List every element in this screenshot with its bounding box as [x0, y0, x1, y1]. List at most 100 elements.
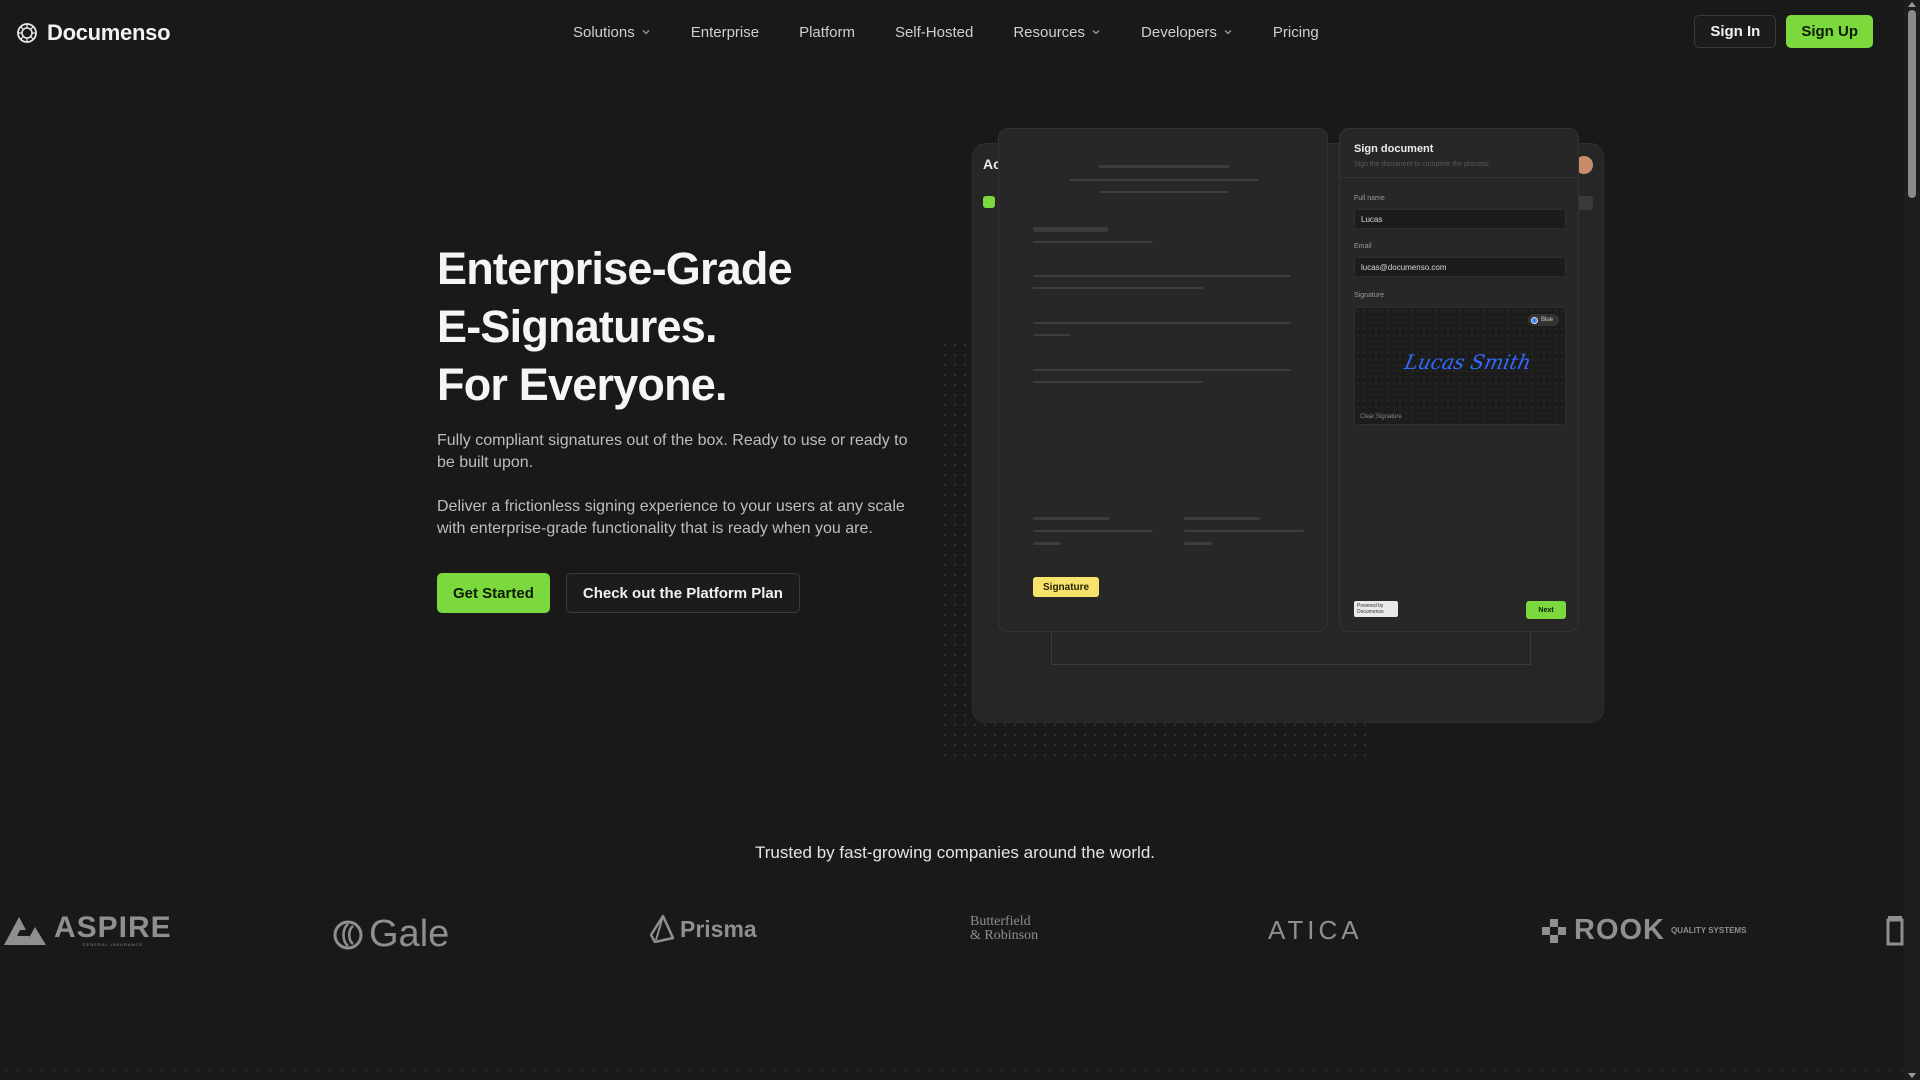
- sign-panel-title: Sign document: [1354, 143, 1434, 155]
- doc-line: [1033, 227, 1108, 232]
- color-option-label: Blue: [1540, 317, 1553, 323]
- clear-signature-button[interactable]: Clear Signature: [1360, 414, 1402, 420]
- color-swatch-icon: [1530, 316, 1538, 324]
- doc-line: [1033, 517, 1109, 520]
- nav-item-platform[interactable]: Platform: [799, 24, 855, 41]
- nav-menu: Solutions Enterprise Platform Self-Hoste…: [573, 0, 1359, 64]
- connector-lines: [1051, 630, 1531, 694]
- brand-name: Documenso: [47, 20, 171, 45]
- divider: [1340, 177, 1578, 178]
- logo-aspire: ASPIRE GENERAL INSURANCE: [2, 913, 172, 947]
- signature-drawing: Lucas Smith: [1402, 350, 1534, 374]
- partial-logo-icon: [1886, 916, 1904, 946]
- logo-butterfield: Butterfield & Robinson: [970, 915, 1038, 943]
- hero-title-line-1: Enterprise-Grade: [437, 243, 793, 294]
- doc-line: [1033, 542, 1061, 545]
- nav-item-label: Pricing: [1272, 23, 1319, 41]
- doc-line: [1033, 322, 1291, 324]
- gale-mark-icon: [333, 920, 363, 949]
- doc-line: [1033, 287, 1203, 289]
- doc-line: [1033, 334, 1071, 336]
- nav-item-label: Developers: [1141, 23, 1217, 41]
- brand-subtitle: GENERAL INSURANCE: [82, 942, 144, 947]
- hero-actions: Get Started Check out the Platform Plan: [437, 573, 927, 613]
- hero-section: Enterprise-Grade E-Signatures. For Every…: [437, 240, 927, 613]
- brand-name: Gale: [369, 913, 450, 955]
- doc-line: [1184, 517, 1260, 520]
- hero-title-line-2: E-Signatures.: [437, 301, 717, 352]
- chevron-down-icon: [1224, 30, 1232, 35]
- nav-item-solutions[interactable]: Solutions: [573, 24, 651, 41]
- get-started-button[interactable]: Get Started: [437, 573, 550, 613]
- brand-subtitle: & Robinson: [970, 928, 1039, 943]
- next-button[interactable]: Next: [1526, 601, 1566, 619]
- nav-item-label: Self-Hosted: [894, 23, 974, 41]
- chevron-down-icon: [1092, 30, 1100, 35]
- nav-item-label: Enterprise: [690, 23, 760, 41]
- scrollbar-thumb[interactable]: [1908, 10, 1916, 198]
- nav-item-developers[interactable]: Developers: [1141, 24, 1233, 41]
- logo-partial: [1886, 916, 1904, 946]
- signature-label: Signature: [1354, 292, 1384, 299]
- signature-pad[interactable]: Blue Lucas Smith Clear Signature: [1354, 307, 1566, 425]
- full-name-label: Full name: [1354, 195, 1385, 202]
- email-field[interactable]: lucas@documenso.com: [1354, 257, 1566, 277]
- brand-name: Butterfield: [970, 914, 1031, 929]
- logo-prisma: Prisma: [650, 915, 757, 943]
- prisma-mark-icon: [650, 915, 674, 943]
- nav-item-self-hosted[interactable]: Self-Hosted: [895, 24, 973, 41]
- sign-in-button[interactable]: Sign In: [1694, 15, 1777, 48]
- brand-logo[interactable]: Documenso: [15, 20, 171, 46]
- status-chip: [983, 196, 995, 208]
- doc-line: [1069, 179, 1259, 181]
- doc-line: [1184, 530, 1304, 532]
- email-label: Email: [1354, 243, 1372, 250]
- top-nav: Documenso Solutions Enterprise Platform …: [0, 0, 1904, 64]
- nav-item-label: Resources: [1013, 23, 1086, 41]
- hero-title: Enterprise-Grade E-Signatures. For Every…: [437, 240, 927, 414]
- doc-line: [1033, 530, 1153, 532]
- doc-line: [1033, 275, 1291, 277]
- scroll-down-arrow-icon[interactable]: [1908, 1073, 1916, 1078]
- nav-item-label: Platform: [799, 23, 855, 41]
- document-preview-card: Signature: [998, 128, 1328, 632]
- documenso-logo-icon: [17, 23, 37, 43]
- customer-logos: ASPIRE GENERAL INSURANCE Gale Prisma But…: [0, 905, 1904, 955]
- aspire-mark-icon: [4, 917, 46, 945]
- signature-color-select[interactable]: Blue: [1527, 314, 1559, 326]
- brand-name: ATICA: [1268, 915, 1363, 945]
- nav-item-enterprise[interactable]: Enterprise: [691, 24, 759, 41]
- hero-description-1: Fully compliant signatures out of the bo…: [437, 432, 908, 471]
- logo-rook: ROOK QUALITY SYSTEMS: [1540, 914, 1747, 947]
- doc-line: [1033, 381, 1203, 383]
- full-name-field[interactable]: Lucas: [1354, 209, 1566, 229]
- sign-up-button[interactable]: Sign Up: [1786, 15, 1873, 48]
- sign-document-panel: Sign document Sign the document to compl…: [1339, 128, 1579, 632]
- doc-line: [1033, 241, 1153, 243]
- logo-atica: ATICA: [1268, 915, 1363, 946]
- sign-panel-subtitle: Sign the document to complete the proces…: [1354, 161, 1491, 168]
- logo-gale: Gale: [333, 913, 449, 956]
- doc-line: [1099, 191, 1229, 193]
- signature-field-tag[interactable]: Signature: [1033, 577, 1100, 597]
- hero-title-line-3: For Everyone.: [437, 359, 728, 410]
- trusted-heading: Trusted by fast-growing companies around…: [754, 843, 1155, 862]
- nav-item-label: Solutions: [573, 23, 635, 41]
- nav-item-pricing[interactable]: Pricing: [1273, 24, 1319, 41]
- scroll-up-arrow-icon[interactable]: [1908, 2, 1916, 7]
- auth-buttons: Sign In Sign Up: [1694, 15, 1873, 48]
- page-scrollbar[interactable]: [1904, 0, 1920, 1080]
- brand-name: Prisma: [680, 915, 757, 942]
- decorative-dot-row: [0, 1065, 1904, 1080]
- platform-plan-button[interactable]: Check out the Platform Plan: [565, 573, 800, 613]
- nav-item-resources[interactable]: Resources: [1013, 24, 1101, 41]
- doc-line: [1184, 542, 1212, 545]
- brand-name: ASPIRE: [54, 911, 172, 944]
- brand-name: ROOK: [1574, 914, 1665, 946]
- chevron-down-icon: [642, 30, 650, 35]
- rook-mark-icon: [1542, 918, 1566, 943]
- hero-description-2: Deliver a frictionless signing experienc…: [437, 498, 905, 537]
- brand-subtitle: QUALITY SYSTEMS: [1671, 926, 1747, 935]
- doc-line: [1099, 165, 1229, 168]
- powered-by-badge: Powered by Documenso: [1354, 601, 1398, 617]
